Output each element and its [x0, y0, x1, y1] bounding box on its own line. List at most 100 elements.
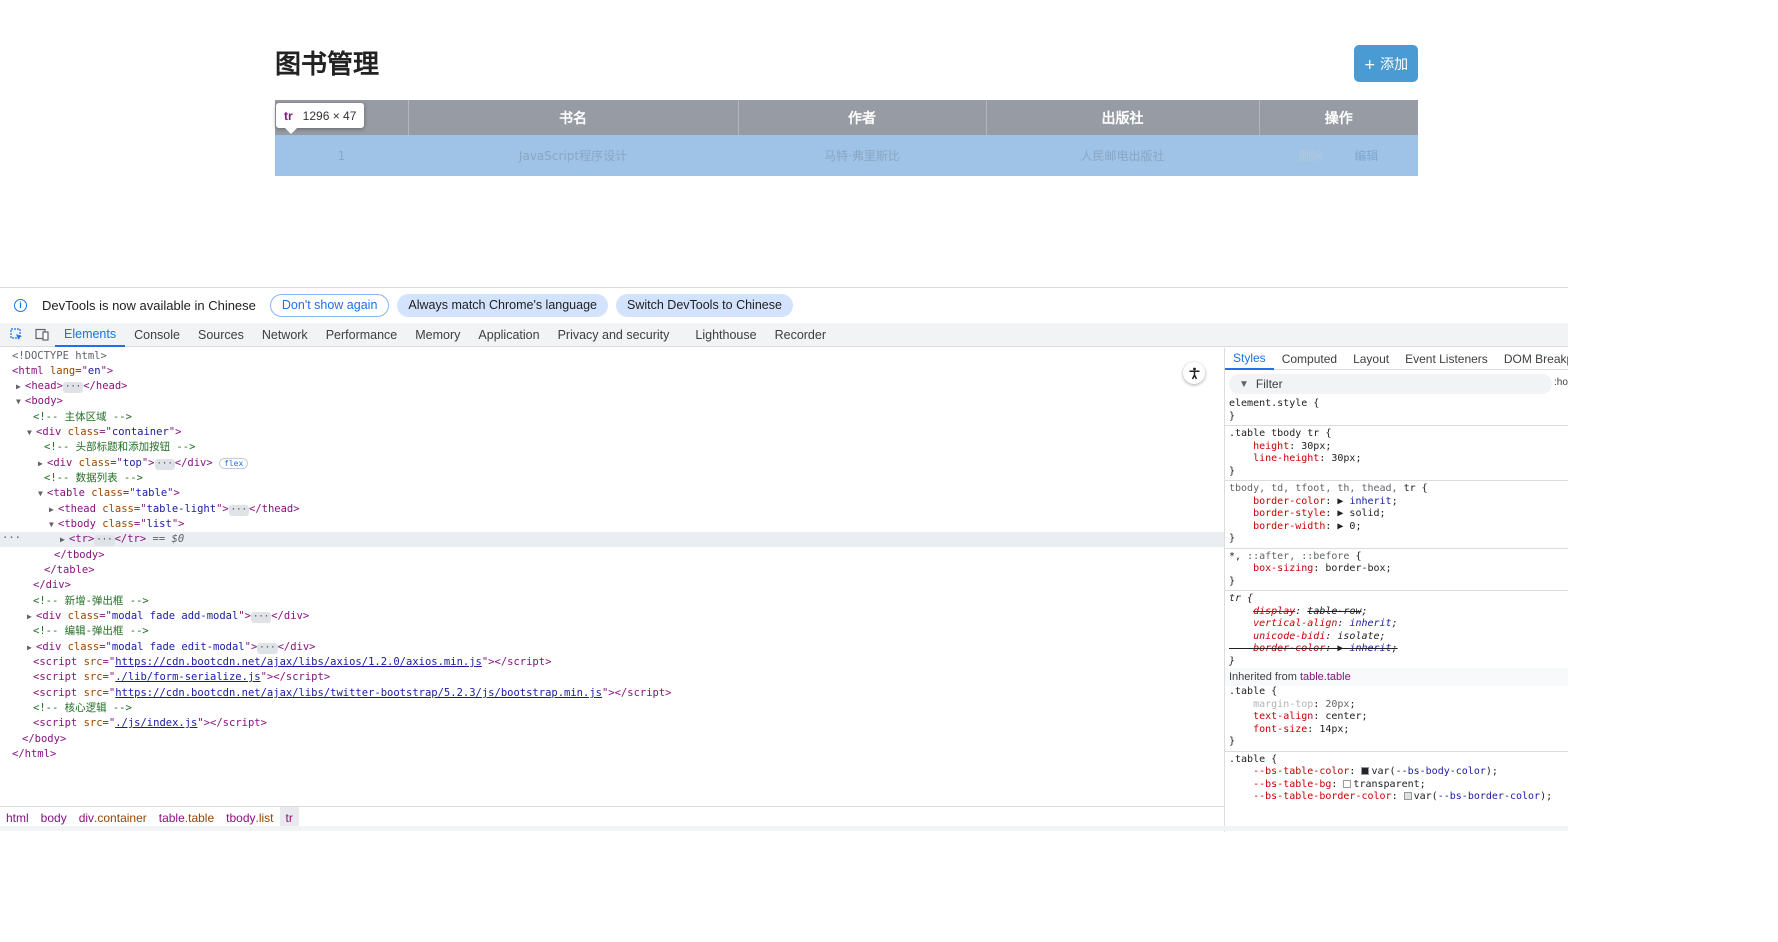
hover-state-toggle[interactable]: :ho	[1554, 377, 1568, 388]
dom-node-selected[interactable]: ▶ <tr> ··· </tr> == $0	[0, 532, 1224, 547]
subtab-dom-breakpoints[interactable]: DOM Breakpo	[1496, 348, 1568, 370]
dom-node[interactable]: ▼ <tbody class="list">	[0, 517, 1224, 532]
ellipsis-icon[interactable]: ···	[257, 643, 278, 654]
dom-node[interactable]: </body>	[0, 732, 1224, 747]
accessibility-tree-icon[interactable]	[1183, 362, 1205, 384]
ellipsis-icon[interactable]: ···	[250, 612, 272, 623]
expand-caret-icon[interactable]: ▶	[60, 532, 69, 547]
cell-publisher: 人民邮电出版社	[986, 135, 1259, 176]
expand-caret-icon[interactable]: ▶	[27, 609, 36, 624]
ellipsis-icon[interactable]: ···	[154, 459, 175, 470]
window-bottom-edge	[0, 826, 1568, 831]
dom-node[interactable]: ▼ <table class="table">	[0, 486, 1224, 501]
dom-comment[interactable]: <!-- 主体区域 -->	[0, 410, 1224, 425]
inherited-header: Inherited from table.table	[1225, 668, 1568, 686]
dom-comment[interactable]: <!-- 编辑-弹出框 -->	[0, 624, 1224, 639]
rule-selector[interactable]: *, ::after, ::before {	[1225, 551, 1568, 564]
add-button[interactable]: + 添加	[1354, 45, 1418, 82]
tooltip-size: 1296 × 47	[302, 108, 357, 123]
infobar-message: DevTools is now available in Chinese	[42, 297, 256, 313]
dom-node[interactable]: </table>	[0, 563, 1224, 578]
header-actions: 操作	[1259, 100, 1418, 135]
expand-caret-icon[interactable]: ▶	[38, 456, 47, 471]
language-infobar: i DevTools is now available in Chinese D…	[0, 288, 1568, 322]
script-link[interactable]: https://cdn.bootcdn.net/ajax/libs/twitte…	[115, 687, 602, 699]
tab-recorder[interactable]: Recorder	[766, 323, 835, 347]
rule-selector[interactable]: tr {	[1225, 593, 1568, 606]
rule-selector[interactable]: .table {	[1225, 686, 1568, 699]
expand-caret-icon[interactable]: ▶	[16, 379, 25, 394]
dom-node[interactable]: ▶ <div class="modal fade add-modal"> ··· </…	[0, 609, 1224, 624]
rule-selector[interactable]: .table {	[1225, 754, 1568, 767]
collapse-caret-icon[interactable]: ▼	[38, 486, 47, 501]
dom-node[interactable]: ▶ <head> ··· </head>	[0, 379, 1224, 394]
ellipsis-icon[interactable]: ···	[94, 535, 115, 546]
collapse-caret-icon[interactable]: ▼	[16, 394, 25, 409]
dom-node[interactable]: </html>	[0, 747, 1224, 762]
collapse-caret-icon[interactable]: ▼	[27, 425, 36, 440]
dont-show-again-button[interactable]: Don't show again	[269, 293, 390, 317]
tab-performance[interactable]: Performance	[317, 323, 407, 347]
expand-caret-icon[interactable]: ▶	[49, 502, 58, 517]
inspect-element-icon[interactable]	[9, 328, 23, 342]
dom-node[interactable]: <script src="https://cdn.bootcdn.net/aja…	[0, 655, 1224, 670]
styles-filter-input[interactable]: ▼ Filter	[1229, 374, 1552, 394]
header-book: 书名	[408, 100, 739, 135]
dom-comment[interactable]: <!-- 新增-弹出框 -->	[0, 594, 1224, 609]
ellipsis-icon[interactable]: ···	[62, 382, 84, 393]
script-link[interactable]: https://cdn.bootcdn.net/ajax/libs/axios/…	[115, 656, 482, 668]
element-inspect-tooltip: tr 1296 × 47	[276, 103, 365, 128]
delete-link[interactable]: 删除	[1299, 149, 1323, 163]
dom-node[interactable]: </div>	[0, 578, 1224, 593]
rule-selector[interactable]: element.style {	[1225, 398, 1568, 411]
header-author: 作者	[738, 100, 987, 135]
dom-node[interactable]: ▶ <div class="modal fade edit-modal"> ··· <…	[0, 640, 1224, 655]
tab-sources[interactable]: Sources	[189, 323, 253, 347]
script-link[interactable]: ./lib/form-serialize.js	[115, 671, 260, 683]
dom-node[interactable]: ▶ <thead class="table-light"> ··· </thead>	[0, 502, 1224, 517]
subtab-layout[interactable]: Layout	[1345, 348, 1397, 370]
cell-author: 马特·弗里斯比	[738, 135, 986, 176]
page-viewport: 图书管理 + 添加 序号 书名 作者 出版社 操作 1 JavaScript程序…	[0, 0, 1568, 287]
expand-caret-icon[interactable]: ▶	[27, 640, 36, 655]
subtab-computed[interactable]: Computed	[1274, 348, 1345, 370]
collapse-caret-icon[interactable]: ▼	[49, 517, 58, 532]
tab-application[interactable]: Application	[469, 323, 548, 347]
match-language-button[interactable]: Always match Chrome's language	[397, 293, 608, 317]
dom-node[interactable]: <script src="./js/index.js"></script>	[0, 716, 1224, 731]
styles-subtabs: Styles Computed Layout Event Listeners D…	[1225, 348, 1568, 370]
cell-index: 1	[275, 135, 408, 176]
dom-comment[interactable]: <!-- 头部标题和添加按钮 -->	[0, 440, 1224, 455]
table-row: 1 JavaScript程序设计 马特·弗里斯比 人民邮电出版社 删除 编辑	[275, 135, 1418, 176]
subtab-styles[interactable]: Styles	[1225, 348, 1274, 370]
dom-node[interactable]: <script src="./lib/form-serialize.js"></…	[0, 670, 1224, 685]
dom-node[interactable]: <!DOCTYPE html>	[0, 349, 1224, 364]
tooltip-tag: tr	[284, 108, 293, 123]
more-options-icon[interactable]: ···	[2, 532, 21, 544]
edit-link[interactable]: 编辑	[1354, 149, 1378, 163]
switch-language-button[interactable]: Switch DevTools to Chinese	[616, 293, 793, 317]
script-link[interactable]: ./js/index.js	[115, 717, 197, 729]
dom-node[interactable]: </tbody>	[0, 548, 1224, 563]
tab-privacy-security[interactable]: Privacy and security	[549, 323, 679, 347]
dom-node[interactable]: <script src="https://cdn.bootcdn.net/aja…	[0, 686, 1224, 701]
flex-badge[interactable]: flex	[219, 458, 249, 469]
tab-elements[interactable]: Elements	[55, 323, 126, 347]
dom-node[interactable]: ▼ <body>	[0, 394, 1224, 409]
dom-node[interactable]: ▶ <div class="top"> ··· </div> flex	[0, 456, 1224, 471]
breadcrumb: html body div .container table .table tbod…	[0, 806, 1224, 829]
subtab-event-listeners[interactable]: Event Listeners	[1397, 348, 1496, 370]
ellipsis-icon[interactable]: ···	[228, 505, 249, 516]
dom-comment[interactable]: <!-- 核心逻辑 -->	[0, 701, 1224, 716]
dom-comment[interactable]: <!-- 数据列表 -->	[0, 471, 1224, 486]
tab-memory[interactable]: Memory	[406, 323, 469, 347]
rule-selector[interactable]: tbody, td, tfoot, th, thead, tr {	[1225, 483, 1568, 496]
tab-network[interactable]: Network	[253, 323, 317, 347]
rule-selector[interactable]: .table tbody tr {	[1225, 428, 1568, 441]
dom-node[interactable]: <html lang="en">	[0, 364, 1224, 379]
tab-lighthouse[interactable]: Lighthouse	[686, 323, 765, 347]
dom-node[interactable]: ▼ <div class="container">	[0, 425, 1224, 440]
device-toolbar-icon[interactable]	[35, 328, 49, 342]
header-publisher: 出版社	[986, 100, 1260, 135]
tab-console[interactable]: Console	[125, 323, 189, 347]
